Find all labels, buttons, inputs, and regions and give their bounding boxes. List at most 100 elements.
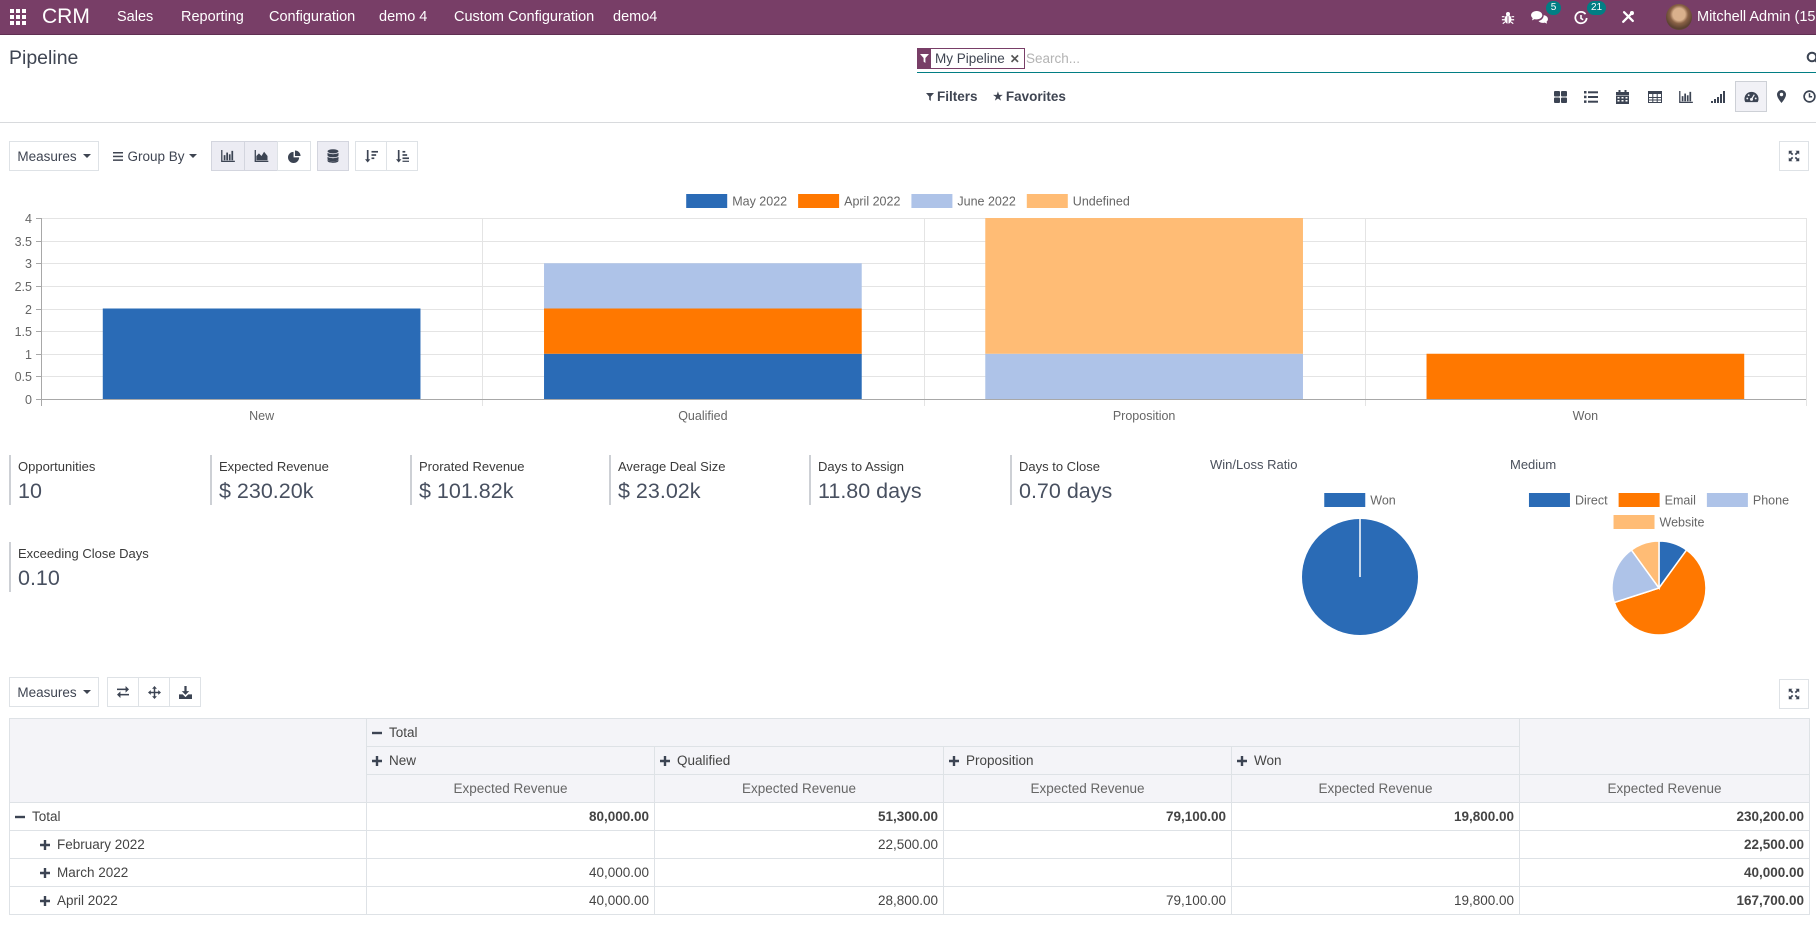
stacked-toggle-button[interactable] [317,141,349,171]
pivot-measure-header[interactable]: Expected Revenue [654,774,944,803]
pivot-col-header-qualified[interactable]: Qualified [654,746,944,775]
menu-demo-4[interactable]: demo 4 [379,0,427,34]
legend-item-undefined[interactable]: Undefined [1026,194,1130,209]
pivot-measure-header[interactable]: Expected Revenue [1519,774,1811,803]
pivot-col-header-total[interactable]: Total [365,718,1521,747]
kpi-prorated-revenue[interactable]: Prorated Revenue $ 101.82k [410,455,600,505]
view-pivot-button[interactable] [1639,81,1671,112]
app-name[interactable]: CRM [42,0,90,34]
activities-button[interactable] [1574,11,1588,25]
favorites-dropdown[interactable]: ★ Favorites [993,89,1066,104]
bar-won-april-2022[interactable] [1426,353,1745,399]
pivot-row-header[interactable]: Total [9,802,367,831]
view-cohort-button[interactable] [1702,81,1734,112]
chart-legend: Direct Email Phone Website [1528,493,1789,530]
bar-new-may-2022[interactable] [102,308,421,400]
pivot-cell[interactable]: 79,100.00 [943,886,1232,915]
download-button[interactable] [169,677,201,707]
pivot-cell[interactable] [1230,830,1521,859]
flip-axis-button[interactable] [107,677,139,707]
pivot-col-header-new[interactable]: New [366,746,655,775]
menu-demo4[interactable]: demo4 [613,0,657,34]
kpi-expected-revenue[interactable]: Expected Revenue $ 230.20k [210,455,400,505]
pivot-row-header[interactable]: March 2022 [9,858,367,887]
pivot-cell[interactable]: 19,800.00 [1230,802,1521,831]
pivot-cell-total[interactable]: 167,700.00 [1519,886,1811,915]
pivot-col-header-proposition[interactable]: Proposition [943,746,1232,775]
sort-ascending-button[interactable] [386,141,418,171]
filters-dropdown[interactable]: Filters [926,89,978,104]
bar-qualified-may-2022[interactable] [544,353,862,399]
pivot-fullscreen-button[interactable] [1779,679,1809,709]
messages-button[interactable] [1530,10,1549,25]
pivot-row-header[interactable]: April 2022 [9,886,367,915]
bar-proposition-undefined[interactable] [985,218,1303,354]
user-menu-name[interactable]: Mitchell Admin (15E1 [1697,0,1816,34]
pivot-cell[interactable]: 19,800.00 [1230,886,1521,915]
legend-item-june-2022[interactable]: June 2022 [911,194,1016,209]
user-avatar[interactable] [1666,4,1692,30]
kpi-days-to-assign[interactable]: Days to Assign 11.80 days [809,455,999,505]
legend-item-direct[interactable]: Direct [1528,493,1608,508]
search-button[interactable] [1806,51,1816,65]
graph-measures-dropdown[interactable]: Measures [9,141,99,171]
pivot-cell-total[interactable]: 230,200.00 [1519,802,1811,831]
bar-proposition-june-2022[interactable] [985,353,1303,399]
legend-item-website[interactable]: Website [1613,515,1705,530]
pivot-cell[interactable]: 40,000.00 [366,858,655,887]
menu-reporting[interactable]: Reporting [181,0,244,34]
pivot-cell[interactable] [366,830,655,859]
pivot-cell[interactable]: 28,800.00 [654,886,944,915]
pivot-cell[interactable]: 79,100.00 [943,802,1232,831]
pivot-cell[interactable]: 22,500.00 [654,830,944,859]
line-chart-mode-button[interactable] [244,141,278,171]
pivot-cell[interactable] [943,830,1232,859]
pivot-measure-header[interactable]: Expected Revenue [366,774,655,803]
legend-item-may-2022[interactable]: May 2022 [686,194,787,209]
legend-item-phone[interactable]: Phone [1706,493,1789,508]
pivot-cell-total[interactable]: 22,500.00 [1519,830,1811,859]
legend-item-email[interactable]: Email [1618,493,1696,508]
developer-tools-button[interactable] [1621,10,1635,24]
view-kanban-button[interactable] [1544,81,1576,112]
pivot-cell[interactable]: 80,000.00 [366,802,655,831]
pivot-col-header-won[interactable]: Won [1230,746,1521,775]
apps-menu-button[interactable] [10,9,26,25]
sort-descending-button[interactable] [355,141,387,171]
kpi-exceeding-close-days[interactable]: Exceeding Close Days 0.10 [9,542,199,592]
facet-remove-icon[interactable]: ✕ [1010,52,1020,66]
pivot-cell[interactable]: 51,300.00 [654,802,944,831]
graph-fullscreen-button[interactable] [1779,141,1809,171]
kpi-opportunities[interactable]: Opportunities 10 [9,455,199,505]
legend-item-won[interactable]: Won [1324,493,1396,508]
view-calendar-button[interactable] [1606,81,1638,112]
pie-chart-mode-button[interactable] [277,141,311,171]
kpi-days-to-close[interactable]: Days to Close 0.70 days [1010,455,1200,505]
view-list-button[interactable] [1575,81,1607,112]
menu-configuration[interactable]: Configuration [269,0,355,34]
view-graph-button[interactable] [1670,81,1702,112]
bar-chart-mode-button[interactable] [211,141,245,171]
search-facet-my-pipeline[interactable]: My Pipeline ✕ [917,48,1025,69]
pivot-cell-total[interactable]: 40,000.00 [1519,858,1811,887]
pivot-cell[interactable] [1230,858,1521,887]
group-by-dropdown[interactable]: Group By [110,141,200,171]
pivot-measure-header[interactable]: Expected Revenue [943,774,1232,803]
bar-qualified-june-2022[interactable] [544,263,862,309]
kpi-average-deal-size[interactable]: Average Deal Size $ 23.02k [609,455,799,505]
debug-button[interactable] [1501,11,1515,25]
pivot-cell[interactable] [654,858,944,887]
view-dashboard-button[interactable] [1735,81,1767,112]
pivot-row-header[interactable]: February 2022 [9,830,367,859]
bar-qualified-april-2022[interactable] [544,308,862,354]
pivot-measures-dropdown[interactable]: Measures [9,677,99,707]
pivot-cell[interactable]: 40,000.00 [366,886,655,915]
search-input[interactable] [1026,48,1786,69]
pivot-measure-header[interactable]: Expected Revenue [1230,774,1521,803]
view-activity-button[interactable] [1793,81,1816,112]
pivot-cell[interactable] [943,858,1232,887]
menu-custom-configuration[interactable]: Custom Configuration [454,0,594,34]
expand-all-button[interactable] [138,677,170,707]
legend-item-april-2022[interactable]: April 2022 [798,194,900,209]
menu-sales[interactable]: Sales [117,0,153,34]
